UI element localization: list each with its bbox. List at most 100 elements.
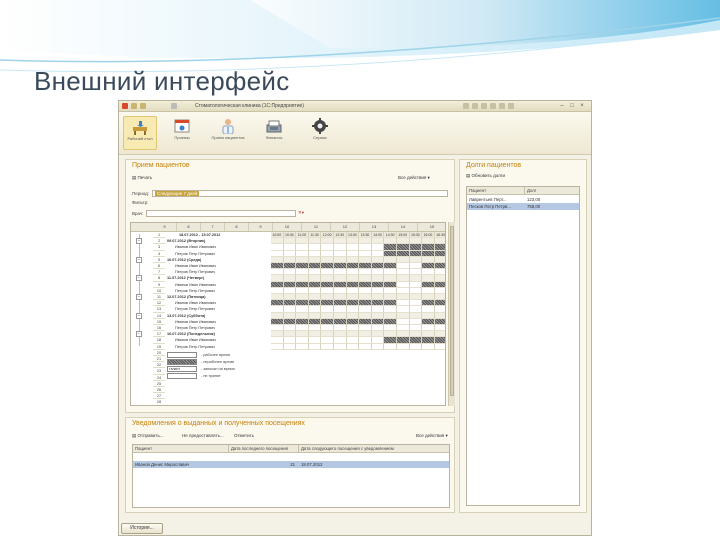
mark-button[interactable]: Отметить bbox=[234, 432, 254, 440]
send-notice-label: Отправить... bbox=[137, 433, 164, 438]
schedule-cell[interactable] bbox=[296, 343, 309, 350]
notices-row-last[interactable]: 21 bbox=[229, 461, 299, 468]
collapse-toggle[interactable]: − bbox=[136, 312, 142, 319]
section-reception[interactable]: Прием пациентов bbox=[211, 116, 245, 150]
schedule-cell[interactable] bbox=[308, 343, 322, 350]
schedule-cell[interactable] bbox=[409, 343, 423, 350]
schedule-column-header[interactable]: 11 bbox=[302, 223, 331, 231]
schedule-cell[interactable] bbox=[283, 343, 297, 350]
section-label: Финансы bbox=[265, 135, 283, 140]
reception-scroll-thumb[interactable] bbox=[450, 226, 454, 396]
minimize-icon[interactable]: – bbox=[559, 103, 565, 109]
schedule-column-header[interactable]: 7 bbox=[201, 223, 225, 231]
doctor-field[interactable] bbox=[146, 210, 296, 217]
notices-row-next[interactable]: 18.07.2012 bbox=[299, 461, 449, 468]
refresh-debts-button[interactable]: ▤ Обновить долги bbox=[466, 172, 505, 180]
debts-panel: Долги пациентов ▤ Обновить долги Пациент… bbox=[459, 159, 587, 513]
debts-row-patient[interactable]: Лаврентьев Перт... bbox=[467, 196, 525, 203]
actions-menu-notices[interactable]: Все действия ▾ bbox=[416, 432, 448, 440]
gear-icon bbox=[311, 118, 329, 134]
close-icon[interactable]: × bbox=[579, 103, 585, 109]
actions-menu-reception[interactable]: Все действия ▾ bbox=[398, 174, 430, 182]
notices-panel: Уведомления о выданных и полученных посе… bbox=[125, 417, 455, 513]
schedule-column-header[interactable]: 9 bbox=[153, 223, 177, 231]
collapse-toggle[interactable]: − bbox=[136, 238, 142, 245]
calendar-small-icon[interactable] bbox=[499, 103, 505, 109]
favorites-icon[interactable] bbox=[481, 103, 487, 109]
period-value: Следующие 7 дней bbox=[155, 191, 200, 196]
refresh-debts-label: Обновить долги bbox=[471, 173, 505, 178]
schedule-grid: 9 8 7 8 9 10 11 12 13 14 15 1 2 3 4 5 6 7 8 9 10 11 12 13 14 15 1… bbox=[130, 222, 446, 406]
section-label: Прием пациентов bbox=[211, 135, 245, 140]
notices-col-next[interactable]: Дата следующего посещения с уведомлением bbox=[299, 445, 449, 453]
app-logo-icon bbox=[122, 103, 128, 109]
schedule-column-header[interactable]: 8 bbox=[177, 223, 201, 231]
notices-col-patient[interactable]: Пациент bbox=[133, 445, 229, 453]
notices-row-patient[interactable]: Иванов Денис Мирославич bbox=[133, 461, 229, 468]
history-button[interactable]: История... bbox=[121, 523, 163, 534]
schedule-column-header[interactable]: 13 bbox=[360, 223, 389, 231]
legend-text: - нерабочее время bbox=[201, 359, 235, 364]
print-button[interactable]: ▤ Печать bbox=[132, 174, 152, 182]
calculator-icon[interactable] bbox=[490, 103, 496, 109]
maximize-icon[interactable]: □ bbox=[569, 103, 575, 109]
schedule-cell[interactable] bbox=[334, 343, 347, 350]
schedule-column-header[interactable]: 8 bbox=[225, 223, 249, 231]
section-finance[interactable]: Финансы bbox=[257, 116, 291, 150]
back-icon[interactable] bbox=[131, 103, 137, 109]
notices-table: Пациент Дата последнего посещения Дата с… bbox=[132, 444, 450, 508]
schedule-cell[interactable] bbox=[434, 344, 445, 350]
schedule-doctor-row[interactable]: Петров Петр Петрович bbox=[175, 344, 215, 350]
schedule-cell[interactable] bbox=[346, 343, 360, 350]
schedule-column-header[interactable]: 9 bbox=[249, 223, 273, 231]
menu-icon[interactable] bbox=[171, 103, 177, 109]
schedule-cell[interactable] bbox=[271, 343, 284, 350]
filter-label: Фильтр: bbox=[132, 200, 149, 205]
forward-icon[interactable] bbox=[140, 103, 146, 109]
legend-swatch bbox=[167, 358, 197, 365]
schedule-column-header[interactable]: 14 bbox=[389, 223, 418, 231]
no-send-button[interactable]: Не предоставлять... bbox=[182, 432, 224, 440]
collapse-toggle[interactable]: − bbox=[136, 256, 142, 263]
collapse-toggle[interactable]: − bbox=[136, 275, 142, 282]
history-icon[interactable] bbox=[472, 103, 478, 109]
schedule-cell[interactable] bbox=[321, 343, 334, 350]
collapse-toggle[interactable]: − bbox=[136, 331, 142, 338]
schedule-cell[interactable] bbox=[397, 343, 410, 350]
legend-text: - рабочее время bbox=[201, 352, 230, 357]
schedule-cell[interactable] bbox=[384, 343, 397, 350]
period-field[interactable]: Следующие 7 дней bbox=[152, 190, 448, 197]
schedule-cell[interactable] bbox=[371, 343, 385, 350]
reception-scrollbar[interactable] bbox=[448, 222, 455, 406]
section-service[interactable]: Сервис bbox=[303, 116, 337, 150]
title-bar: Стоматологическая клиника (1С:Предприяти… bbox=[119, 101, 591, 112]
notices-col-last[interactable]: Дата последнего посещения bbox=[229, 445, 299, 453]
schedule-column-header[interactable]: 12 bbox=[331, 223, 360, 231]
schedule-column-header[interactable]: 15 bbox=[418, 223, 445, 231]
section-label: Приемы bbox=[174, 135, 190, 140]
app-window: Стоматологическая клиника (1С:Предприяти… bbox=[118, 100, 592, 536]
debts-col-amount[interactable]: Долг bbox=[525, 187, 579, 195]
home-icon[interactable] bbox=[463, 103, 469, 109]
tree-line bbox=[139, 234, 140, 346]
schedule-column-header[interactable]: 10 bbox=[273, 223, 302, 231]
schedule-cell[interactable] bbox=[422, 343, 435, 350]
debts-col-patient[interactable]: Пациент bbox=[467, 187, 525, 195]
doctor-label: Врач: bbox=[132, 211, 144, 216]
print-label: Печать bbox=[137, 175, 153, 180]
clear-doctor-button[interactable]: ✕▾ bbox=[298, 209, 304, 217]
reception-panel: Прием пациентов ▤ Печать Все действия ▾ … bbox=[125, 159, 455, 413]
debts-row-amount[interactable]: 758,00 bbox=[525, 203, 579, 210]
section-appointments[interactable]: Приемы bbox=[165, 116, 199, 150]
schedule-cell[interactable] bbox=[359, 343, 372, 350]
sections-toolbar: Рабочий стол Приемы Прием пациентов Фина… bbox=[119, 112, 591, 155]
legend-swatch bbox=[167, 372, 197, 379]
section-desktop[interactable]: Рабочий стол bbox=[123, 116, 157, 150]
legend-swatch: талант bbox=[167, 365, 197, 372]
collapse-toggle[interactable]: − bbox=[136, 294, 142, 300]
debts-row-patient[interactable]: Песков Петр Петрв... bbox=[467, 203, 525, 210]
debts-row-amount[interactable]: 123,00 bbox=[525, 196, 579, 203]
info-icon[interactable] bbox=[508, 103, 514, 109]
debts-table: Пациент Долг Лаврентьев Перт... 123,00 П… bbox=[466, 186, 580, 506]
send-notice-button[interactable]: ▤ Отправить... bbox=[132, 432, 164, 440]
